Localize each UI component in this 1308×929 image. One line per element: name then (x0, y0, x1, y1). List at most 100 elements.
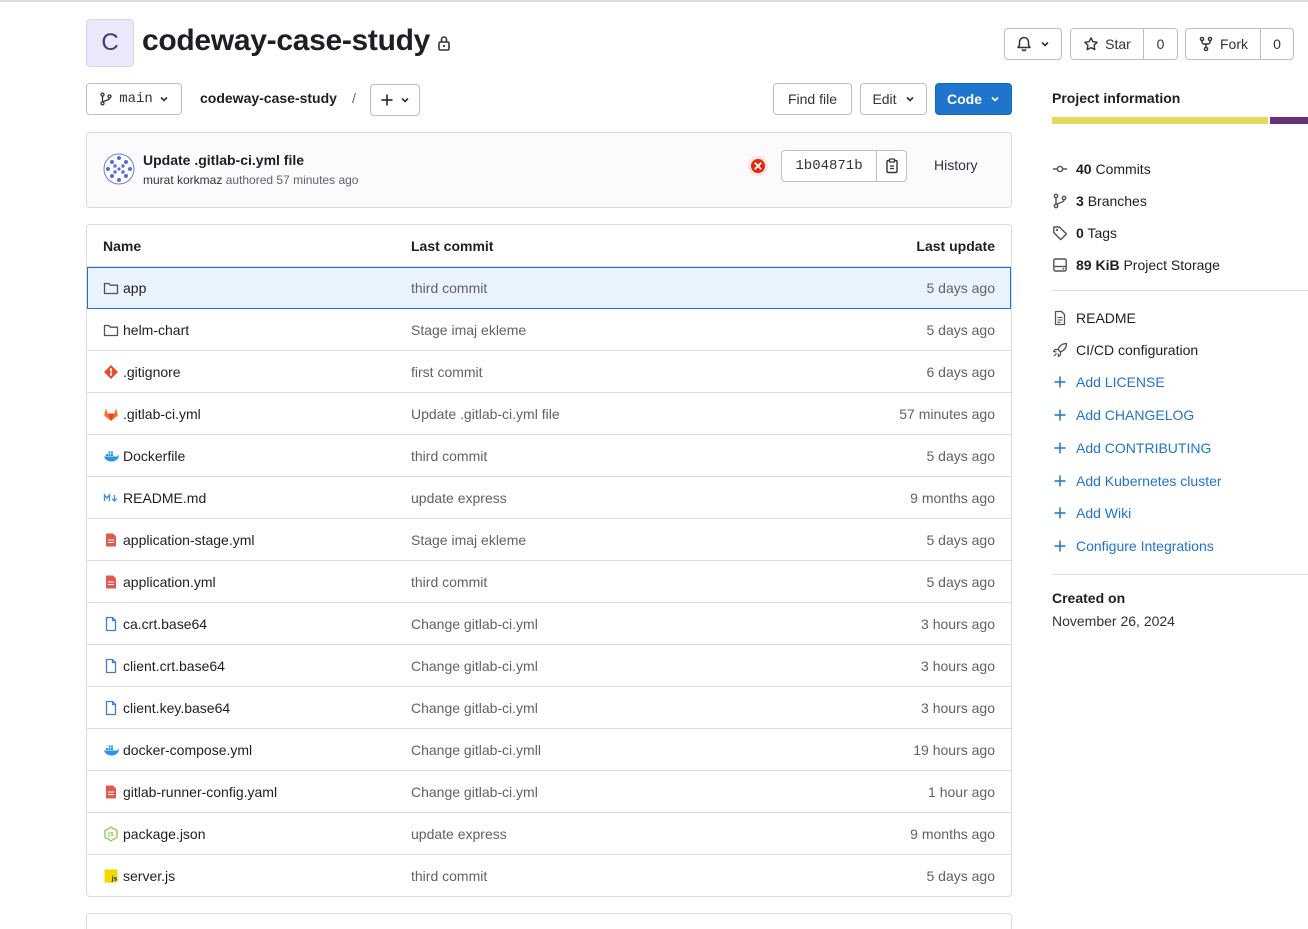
file-name-link[interactable]: app (123, 280, 146, 296)
sidebar-link-configure-integrations[interactable]: Configure Integrations (1052, 536, 1214, 556)
file-name-link[interactable]: client.crt.base64 (123, 658, 225, 674)
file-last-commit-link[interactable]: Change gitlab-ci.yml (411, 784, 538, 800)
table-row[interactable]: helm-chart Stage imaj ekleme 5 days ago (87, 309, 1011, 351)
copy-sha-button[interactable] (876, 151, 906, 181)
folder-icon (103, 324, 119, 337)
stat-commits[interactable]: 40 Commits (1052, 159, 1151, 179)
commit-author[interactable]: murat korkmaz (143, 173, 222, 187)
language-segment[interactable] (1052, 117, 1268, 124)
top-border (0, 0, 1308, 2)
author-avatar[interactable] (103, 153, 135, 185)
fork-icon (1199, 36, 1213, 52)
find-file-button[interactable]: Find file (773, 83, 852, 115)
breadcrumb-project[interactable]: codeway-case-study (200, 90, 337, 106)
table-row[interactable]: README.md update express 9 months ago (87, 477, 1011, 519)
file-last-commit-link[interactable]: third commit (411, 280, 487, 296)
table-row[interactable]: client.crt.base64 Change gitlab-ci.yml 3 h… (87, 645, 1011, 687)
file-name-link[interactable]: application.yml (123, 574, 216, 590)
plus-icon (1054, 409, 1066, 421)
commit-sha[interactable]: 1b04871b (782, 151, 876, 181)
stat-text: 89 KiB Project Storage (1076, 257, 1220, 273)
file-name-link[interactable]: docker-compose.yml (123, 742, 252, 758)
commit-title[interactable]: Update .gitlab-ci.yml file (143, 152, 304, 168)
file-name-link[interactable]: server.js (123, 868, 175, 884)
file-last-update: 6 days ago (926, 364, 996, 380)
table-row[interactable]: client.key.base64 Change gitlab-ci.yml 3 h… (87, 687, 1011, 729)
table-row[interactable]: js server.js third commit 5 days ago (87, 855, 1011, 896)
file-last-commit-link[interactable]: third commit (411, 448, 487, 464)
file-name-link[interactable]: Dockerfile (123, 448, 185, 464)
rocket-icon (1052, 342, 1068, 358)
sidebar-link-add-changelog[interactable]: Add CHANGELOG (1052, 405, 1194, 425)
stat-project-storage[interactable]: 89 KiB Project Storage (1052, 255, 1220, 275)
file-name-link[interactable]: gitlab-runner-config.yaml (123, 784, 277, 800)
table-row[interactable]: application-stage.yml Stage imaj ekleme 5 … (87, 519, 1011, 561)
file-name-link[interactable]: package.json (123, 826, 206, 842)
star-button[interactable]: Star (1071, 29, 1143, 59)
star-count[interactable]: 0 (1143, 29, 1177, 59)
code-dropdown[interactable]: Code (935, 83, 1012, 115)
table-row[interactable]: .gitlab-ci.yml Update .gitlab-ci.yml file… (87, 393, 1011, 435)
file-last-commit-link[interactable]: Change gitlab-ci.yml (411, 700, 538, 716)
sidebar-link-add-contributing[interactable]: Add CONTRIBUTING (1052, 438, 1211, 458)
sidebar-link-ci-cd-configuration[interactable]: CI/CD configuration (1052, 340, 1198, 360)
file-tree-table: Name Last commit Last update app third co… (86, 224, 1012, 897)
sidebar-link-add-kubernetes-cluster[interactable]: Add Kubernetes cluster (1052, 471, 1222, 491)
file-last-commit-link[interactable]: Stage imaj ekleme (411, 322, 526, 338)
file-name-link[interactable]: client.key.base64 (123, 700, 230, 716)
fork-label: Fork (1220, 36, 1248, 52)
table-row[interactable]: .gitignore first commit 6 days ago (87, 351, 1011, 393)
project-avatar[interactable]: C (86, 19, 134, 67)
table-row[interactable]: Dockerfile third commit 5 days ago (87, 435, 1011, 477)
created-on-label: Created on (1052, 590, 1126, 606)
file-name-link[interactable]: README.md (123, 490, 206, 506)
fork-count[interactable]: 0 (1260, 29, 1293, 59)
project-title[interactable]: codeway-case-study (142, 24, 430, 58)
sidebar-link-add-wiki[interactable]: Add Wiki (1052, 503, 1131, 523)
storage-icon (1053, 258, 1067, 272)
file-name-link[interactable]: application-stage.yml (123, 532, 255, 548)
table-row[interactable]: gitlab-runner-config.yaml Change gitlab-c… (87, 771, 1011, 813)
fork-button[interactable]: Fork (1186, 29, 1260, 59)
file-last-commit-link[interactable]: third commit (411, 574, 487, 590)
file-last-commit-link[interactable]: update express (411, 826, 507, 842)
file-last-commit-link[interactable]: third commit (411, 868, 487, 884)
pipeline-failed-icon[interactable] (747, 155, 769, 177)
yaml-icon (106, 575, 116, 589)
edit-dropdown[interactable]: Edit (860, 83, 927, 115)
table-row[interactable]: application.yml third commit 5 days ago (87, 561, 1011, 603)
add-file-dropdown[interactable] (370, 84, 420, 116)
table-row[interactable]: ca.crt.base64 Change gitlab-ci.yml 3 hours… (87, 603, 1011, 645)
sidebar-divider (1052, 574, 1308, 575)
file-last-commit-link[interactable]: first commit (411, 364, 483, 380)
file-last-commit-link[interactable]: Update .gitlab-ci.yml file (411, 406, 560, 422)
stat-tags[interactable]: 0 Tags (1052, 223, 1117, 243)
plus-icon (1054, 442, 1066, 454)
stat-text: 40 Commits (1076, 161, 1151, 177)
language-segment[interactable] (1270, 117, 1308, 124)
file-last-commit-link[interactable]: Stage imaj ekleme (411, 532, 526, 548)
sidebar-link-readme[interactable]: README (1052, 308, 1136, 328)
table-row[interactable]: app third commit 5 days ago (87, 267, 1011, 309)
history-button[interactable]: History (934, 157, 978, 173)
table-row[interactable]: docker-compose.yml Change gitlab-ci.ymll 1… (87, 729, 1011, 771)
file-last-commit-link[interactable]: update express (411, 490, 507, 506)
file-name-link[interactable]: .gitlab-ci.yml (123, 406, 201, 422)
edit-label: Edit (872, 91, 897, 107)
file-name-link[interactable]: helm-chart (123, 322, 189, 338)
table-row[interactable]: JS package.json update express 9 months ago (87, 813, 1011, 855)
sidebar-link-add-license[interactable]: Add LICENSE (1052, 372, 1165, 392)
notifications-button[interactable] (1004, 28, 1062, 60)
commit-sha-group: 1b04871b (781, 150, 907, 182)
language-bar[interactable] (1052, 117, 1308, 124)
branch-selector[interactable]: main (86, 83, 182, 115)
file-last-commit-link[interactable]: Change gitlab-ci.ymll (411, 742, 541, 758)
markdown-icon (103, 493, 118, 502)
file-last-commit-link[interactable]: Change gitlab-ci.yml (411, 658, 538, 674)
stat-branches[interactable]: 3 Branches (1052, 191, 1147, 211)
sidebar-title: Project information (1052, 90, 1181, 106)
file-last-update: 3 hours ago (921, 700, 995, 716)
file-last-commit-link[interactable]: Change gitlab-ci.yml (411, 616, 538, 632)
file-name-link[interactable]: ca.crt.base64 (123, 616, 207, 632)
file-name-link[interactable]: .gitignore (123, 364, 181, 380)
